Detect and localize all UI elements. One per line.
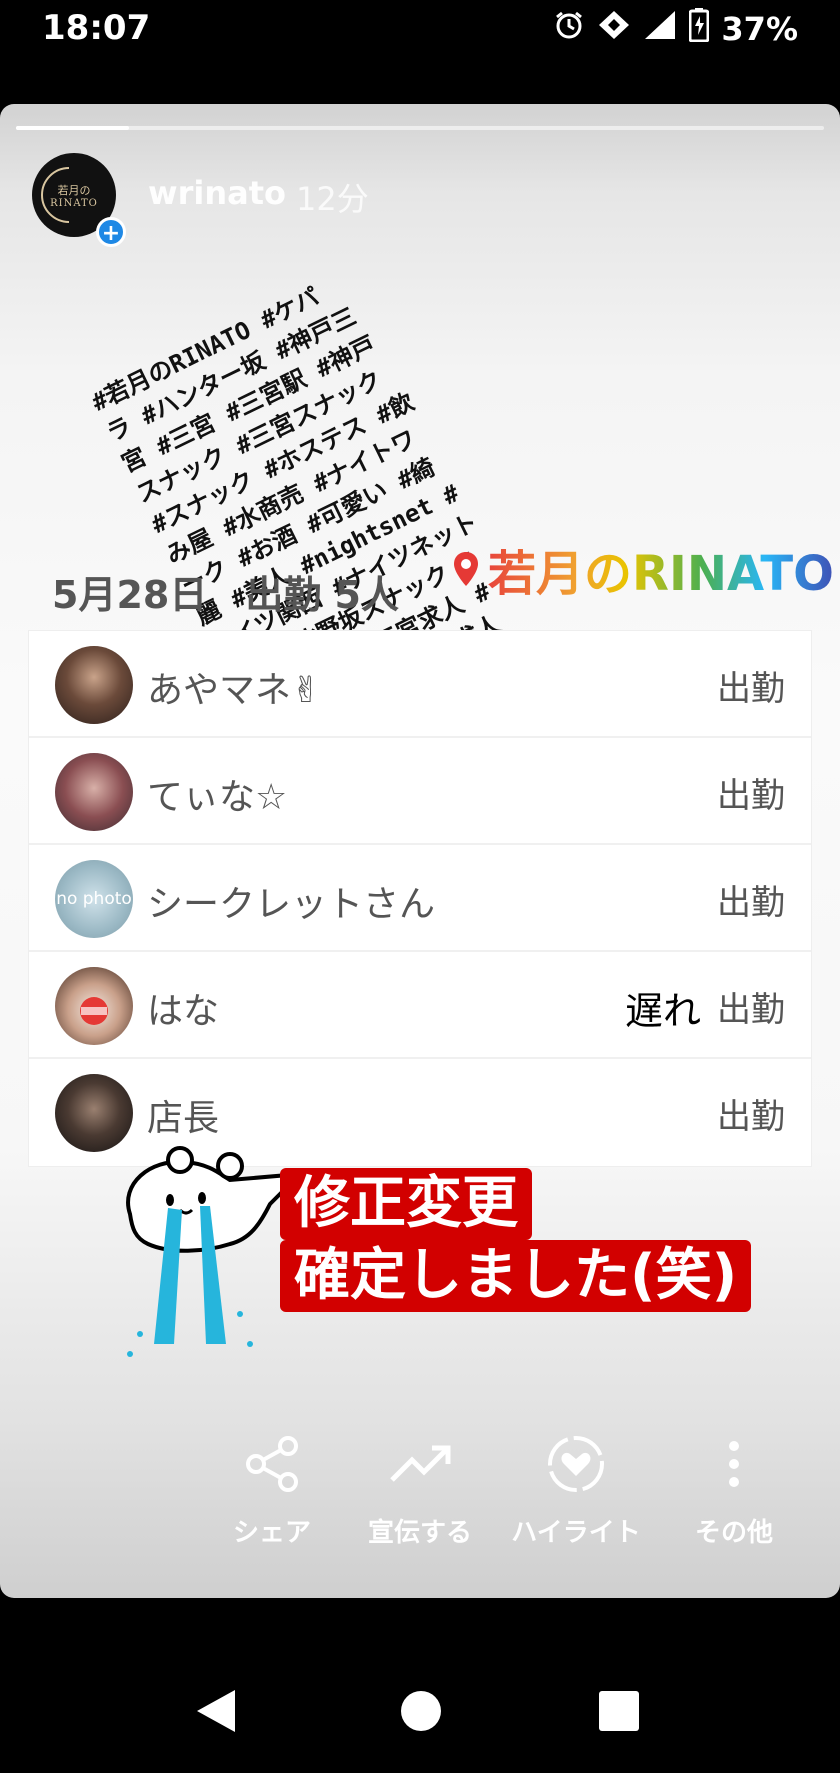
staff-avatar (55, 646, 133, 724)
clock: 18:07 (42, 8, 151, 48)
promote-label: 宣伝する (367, 1518, 472, 1548)
more-button[interactable]: その他 (664, 1424, 804, 1549)
back-icon[interactable] (195, 1688, 239, 1738)
date-heading: 5月28日 出勤 5人 (52, 573, 399, 617)
staff-avatar (55, 967, 133, 1045)
add-story-icon[interactable]: + (96, 217, 126, 247)
late-note: 遅れ (624, 989, 701, 1033)
username[interactable]: wrinato (148, 174, 286, 212)
story-viewer[interactable]: 若月の RINATO + wrinato 12分 #若月のRINATO #ケパ … (0, 104, 840, 1598)
staff-name: あやマネ✌ (147, 670, 322, 711)
banner-line-1: 修正変更 (280, 1168, 532, 1240)
staff-row: no photo シークレットさん 出勤 (29, 845, 811, 952)
share-label: シェア (232, 1518, 311, 1548)
location-pin-icon (452, 551, 480, 587)
share-icon (202, 1424, 342, 1504)
staff-status: 出勤 (717, 883, 785, 923)
staff-status: 出勤 (717, 776, 785, 816)
trending-up-icon (350, 1424, 490, 1504)
no-photo-label: no photo (56, 889, 132, 909)
more-label: その他 (694, 1518, 773, 1548)
status-bar: 18:07 37% (0, 0, 840, 60)
battery-level: 37% (721, 10, 798, 48)
staff-status: 出勤 (717, 1097, 785, 1137)
staff-name: シークレットさん (147, 884, 436, 925)
data-saver-icon (597, 9, 631, 49)
more-vertical-icon (664, 1424, 804, 1504)
staff-name: はな (147, 991, 220, 1032)
staff-avatar (55, 1074, 133, 1152)
battery-icon (688, 8, 710, 50)
status-icons: 37% (553, 8, 798, 50)
staff-row: はな 遅れ 出勤 (29, 952, 811, 1059)
navigation-bar (0, 1630, 840, 1773)
story-progress-bar (16, 126, 824, 130)
location-sticker[interactable]: 若月のRINATO (452, 534, 834, 604)
promote-button[interactable]: 宣伝する (350, 1424, 490, 1549)
home-icon[interactable] (400, 1690, 442, 1736)
staff-row: あやマネ✌ 出勤 (29, 631, 811, 738)
story-progress-fill (16, 126, 130, 130)
staff-row: てぃな☆ 出勤 (29, 738, 811, 845)
staff-status: 出勤 (717, 669, 785, 709)
signal-icon (643, 9, 677, 49)
banner-line-2: 確定しました(笑) (280, 1240, 752, 1312)
highlight-heart-icon (506, 1424, 646, 1504)
caption-banner: 修正変更 確定しました(笑) (280, 1168, 752, 1312)
post-time: 12分 (296, 180, 369, 218)
staff-avatar (55, 753, 133, 831)
staff-name: てぃな☆ (147, 777, 288, 818)
alarm-icon (553, 9, 585, 49)
highlight-label: ハイライト (511, 1518, 641, 1548)
crescent-icon (41, 167, 70, 223)
share-button[interactable]: シェア (202, 1424, 342, 1549)
story-action-bar: シェア 宣伝する ハイライト その他 (0, 1424, 840, 1564)
highlight-button[interactable]: ハイライト (506, 1424, 646, 1549)
recents-icon[interactable] (598, 1690, 640, 1736)
staff-list: あやマネ✌ 出勤 てぃな☆ 出勤 no photo シークレットさん 出勤 はな… (28, 630, 812, 1167)
location-name: 若月のRINATO (488, 534, 834, 604)
account-avatar[interactable]: 若月の RINATO + (32, 153, 126, 247)
staff-status: 出勤 (717, 990, 785, 1030)
staff-name: 店長 (147, 1098, 220, 1139)
love-sticker-icon (80, 997, 108, 1025)
staff-avatar: no photo (55, 860, 133, 938)
